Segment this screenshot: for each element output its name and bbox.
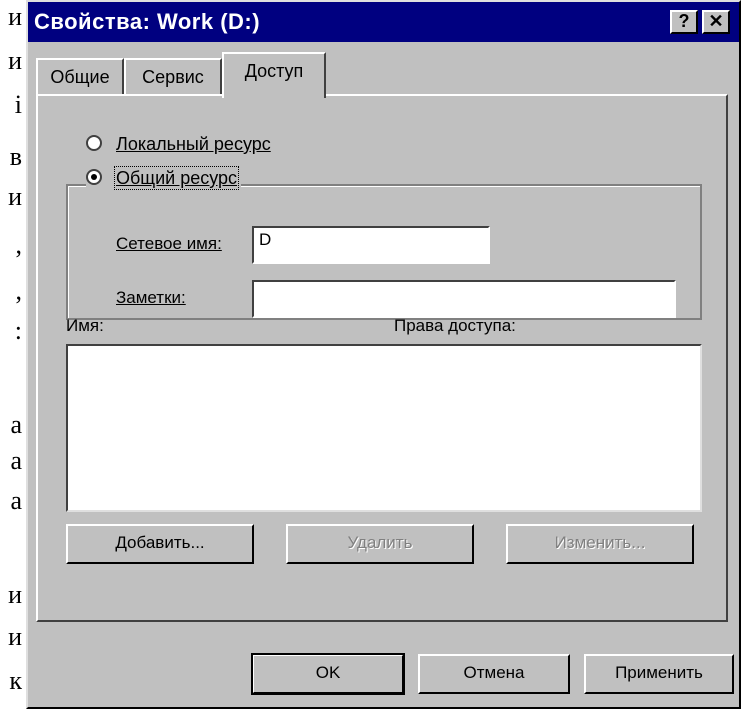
cancel-button[interactable]: Отмена <box>418 654 570 694</box>
document-fragment: в <box>9 142 22 171</box>
document-fragment: к <box>9 666 22 695</box>
local-resource-radio[interactable]: Локальный ресурс <box>86 134 271 155</box>
ok-button-label: OK <box>315 663 341 682</box>
dialog-title: Свойства: Work (D:) <box>34 9 261 34</box>
remove-button[interactable]: Удалить <box>286 524 474 564</box>
document-fragment: , <box>15 230 23 259</box>
cancel-button-label: Отмена <box>463 663 525 682</box>
document-fragment: и <box>8 622 22 651</box>
tab-general[interactable]: Общие <box>36 58 124 94</box>
document-fragment: а <box>10 410 22 439</box>
sharing-panel: Локальный ресурс Сетевое имя: D Заметки:… <box>36 94 728 622</box>
add-button[interactable]: Добавить... <box>66 524 254 564</box>
apply-button-label: Применить <box>615 663 703 682</box>
close-button[interactable]: ✕ <box>702 10 730 34</box>
document-fragment: и <box>8 46 22 75</box>
tab-sharing-label: Доступ <box>244 61 304 81</box>
title-bar[interactable]: Свойства: Work (D:) ? ✕ <box>28 2 739 42</box>
permissions-list[interactable] <box>66 344 702 512</box>
tab-service-label: Сервис <box>142 67 204 87</box>
rights-column-header: Права доступа: <box>394 316 516 335</box>
document-fragment: и <box>8 2 22 31</box>
remove-button-label: Удалить <box>347 533 413 552</box>
add-button-label: Добавить... <box>115 533 205 552</box>
tab-sharing[interactable]: Доступ <box>222 52 326 98</box>
properties-dialog: Свойства: Work (D:) ? ✕ Общие Сервис Дос… <box>26 0 741 709</box>
edit-button[interactable]: Изменить... <box>506 524 694 564</box>
shared-resource-radio[interactable]: Общий ресурс <box>86 166 242 190</box>
network-name-label: Сетевое имя: <box>116 234 222 253</box>
comment-input[interactable] <box>252 280 676 318</box>
tab-service[interactable]: Сервис <box>124 58 222 94</box>
ok-button[interactable]: OK <box>251 653 405 695</box>
apply-button[interactable]: Применить <box>584 654 734 694</box>
comment-label: Заметки: <box>116 288 186 307</box>
document-fragment: : <box>14 316 22 345</box>
tab-general-label: Общие <box>50 67 110 87</box>
document-fragment: і <box>14 90 22 119</box>
document-fragment: и <box>8 580 22 609</box>
help-button[interactable]: ? <box>670 10 698 34</box>
shared-resource-label: Общий ресурс <box>113 166 240 190</box>
network-name-value: D <box>259 230 272 249</box>
edit-button-label: Изменить... <box>554 533 646 552</box>
background-document: и и і в и , , : а а а и и к <box>0 0 26 709</box>
document-fragment: , <box>15 276 23 305</box>
document-fragment: а <box>10 446 22 475</box>
radio-unchecked-icon <box>86 135 102 152</box>
local-resource-label: Локальный ресурс <box>116 134 271 154</box>
name-column-header: Имя: <box>66 316 104 335</box>
shared-resource-group: Сетевое имя: D Заметки: <box>66 184 702 320</box>
radio-checked-icon <box>86 169 102 186</box>
network-name-input[interactable]: D <box>252 226 490 264</box>
document-fragment: а <box>10 486 22 515</box>
document-fragment: и <box>8 182 22 211</box>
